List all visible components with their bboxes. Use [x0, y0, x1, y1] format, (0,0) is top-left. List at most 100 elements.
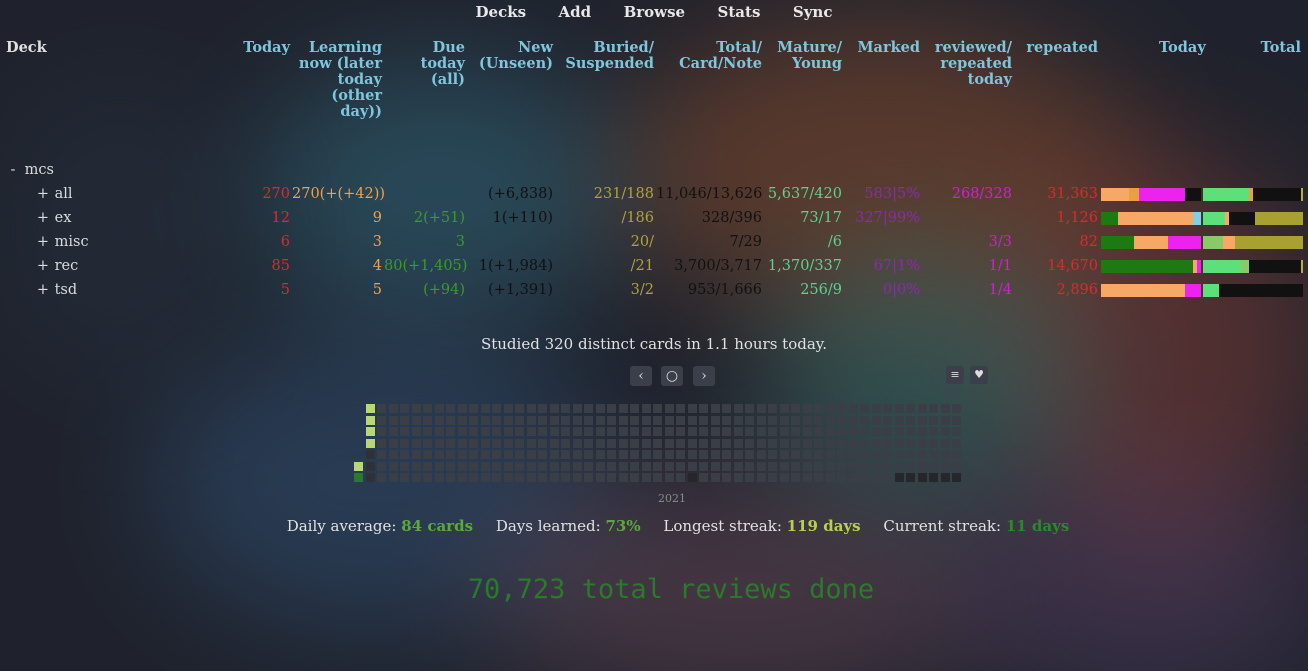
deck-row-ex[interactable]: + ex 12 9 2(+51) 1(+110) /186 328/396 73…: [0, 206, 1303, 230]
heatmap-day[interactable]: [940, 438, 950, 448]
heatmap-day[interactable]: [526, 404, 536, 413]
heatmap-day[interactable]: [768, 415, 777, 425]
heatmap-day[interactable]: [814, 427, 823, 436]
nav-stats[interactable]: Stats: [718, 3, 761, 21]
heatmap-day[interactable]: [423, 438, 432, 448]
heatmap-day[interactable]: [584, 427, 593, 436]
heatmap-day[interactable]: [871, 461, 881, 471]
heatmap-day[interactable]: [722, 438, 731, 448]
heatmap-day[interactable]: [469, 450, 478, 459]
heatmap-day[interactable]: [641, 461, 651, 471]
heatmap-day[interactable]: [929, 461, 938, 471]
heatmap-day[interactable]: [733, 473, 743, 482]
heatmap-day[interactable]: [630, 404, 639, 413]
heatmap-day[interactable]: [768, 473, 777, 482]
heatmap-day[interactable]: [595, 415, 605, 425]
heatmap-day[interactable]: [411, 450, 421, 459]
nav-add[interactable]: Add: [559, 3, 592, 21]
heatmap-day[interactable]: [388, 404, 398, 413]
heatmap-day[interactable]: [538, 450, 547, 459]
heatmap-day[interactable]: [503, 461, 513, 471]
heatmap-day[interactable]: [917, 415, 927, 425]
heatmap-day[interactable]: [480, 427, 490, 436]
heatmap-day[interactable]: [446, 415, 455, 425]
heatmap-day[interactable]: [480, 473, 490, 482]
heatmap-day[interactable]: [687, 450, 697, 459]
heatmap-day[interactable]: [400, 415, 409, 425]
heatmap-day[interactable]: [584, 473, 593, 482]
heatmap-day[interactable]: [699, 473, 708, 482]
heatmap-day[interactable]: [434, 427, 444, 436]
heatmap-day[interactable]: [607, 438, 616, 448]
heatmap-day[interactable]: [653, 438, 662, 448]
heatmap-day[interactable]: [388, 473, 398, 482]
heatmap-day[interactable]: [825, 461, 835, 471]
heatmap-day[interactable]: [538, 427, 547, 436]
heatmap-day[interactable]: [791, 450, 800, 459]
heatmap-day[interactable]: [549, 461, 559, 471]
heatmap-day[interactable]: [894, 438, 904, 448]
heatmap-day[interactable]: [802, 404, 812, 413]
heatmap-day[interactable]: [848, 461, 858, 471]
heatmap-day[interactable]: [929, 427, 938, 436]
heatmap-day[interactable]: [618, 415, 628, 425]
heatmap-day[interactable]: [492, 461, 501, 471]
heatmap-day[interactable]: [710, 415, 720, 425]
heatmap-day[interactable]: [871, 438, 881, 448]
heatmap-day[interactable]: [630, 438, 639, 448]
heatmap-day[interactable]: [584, 438, 593, 448]
heatmap-day[interactable]: [756, 415, 766, 425]
heatmap-day[interactable]: [952, 438, 961, 448]
deck-row-all[interactable]: + all 270 270(+(+42)) (+6,838) 231/188 1…: [0, 182, 1303, 206]
heatmap-day[interactable]: [940, 450, 950, 459]
heatmap-day[interactable]: [860, 427, 869, 436]
heatmap-day[interactable]: [779, 404, 789, 413]
heatmap-day[interactable]: [595, 404, 605, 413]
heatmap-day[interactable]: [492, 415, 501, 425]
heatmap-day[interactable]: [768, 438, 777, 448]
heatmap-day[interactable]: [653, 450, 662, 459]
expand-toggle[interactable]: +: [36, 186, 50, 202]
heatmap-day[interactable]: [952, 404, 961, 413]
heatmap-day[interactable]: [503, 404, 513, 413]
heatmap-day[interactable]: [837, 461, 846, 471]
heatmap-day[interactable]: [940, 415, 950, 425]
heatmap-day[interactable]: [883, 473, 892, 482]
heatmap-day[interactable]: [515, 473, 524, 482]
heatmap-day[interactable]: [469, 427, 478, 436]
deck-name-link[interactable]: misc: [55, 234, 89, 250]
heatmap-day[interactable]: [687, 415, 697, 425]
heatmap-day[interactable]: [595, 438, 605, 448]
heatmap-day[interactable]: [722, 427, 731, 436]
heatmap-day[interactable]: [906, 427, 915, 436]
heatmap-day[interactable]: [952, 473, 961, 482]
heatmap-day[interactable]: [653, 461, 662, 471]
heatmap-day[interactable]: [434, 461, 444, 471]
heatmap-day[interactable]: [791, 404, 800, 413]
heatmap-day[interactable]: [779, 438, 789, 448]
heatmap-day[interactable]: [607, 415, 616, 425]
heatmap-day[interactable]: [952, 450, 961, 459]
heatmap-day[interactable]: [584, 450, 593, 459]
heatmap-day[interactable]: [595, 461, 605, 471]
heatmap-day[interactable]: [572, 461, 582, 471]
heatmap-day[interactable]: [641, 404, 651, 413]
heatmap-day[interactable]: [825, 415, 835, 425]
heatmap-options-button[interactable]: ≡: [946, 366, 964, 384]
heatmap-day[interactable]: [664, 461, 674, 471]
heatmap-day[interactable]: [917, 427, 927, 436]
heatmap-day[interactable]: [871, 404, 881, 413]
heatmap-day[interactable]: [630, 473, 639, 482]
heatmap-day[interactable]: [722, 404, 731, 413]
heatmap-day[interactable]: [687, 461, 697, 471]
heatmap-day[interactable]: [377, 450, 386, 459]
heatmap-day[interactable]: [526, 427, 536, 436]
heatmap-day[interactable]: [676, 404, 685, 413]
heatmap-day[interactable]: [492, 404, 501, 413]
heatmap-day[interactable]: [802, 438, 812, 448]
deck-name-link[interactable]: tsd: [55, 282, 78, 298]
heatmap-day[interactable]: [699, 438, 708, 448]
heatmap-prev-button[interactable]: ‹: [630, 366, 652, 386]
heatmap-day[interactable]: [607, 404, 616, 413]
heatmap-day[interactable]: [802, 415, 812, 425]
